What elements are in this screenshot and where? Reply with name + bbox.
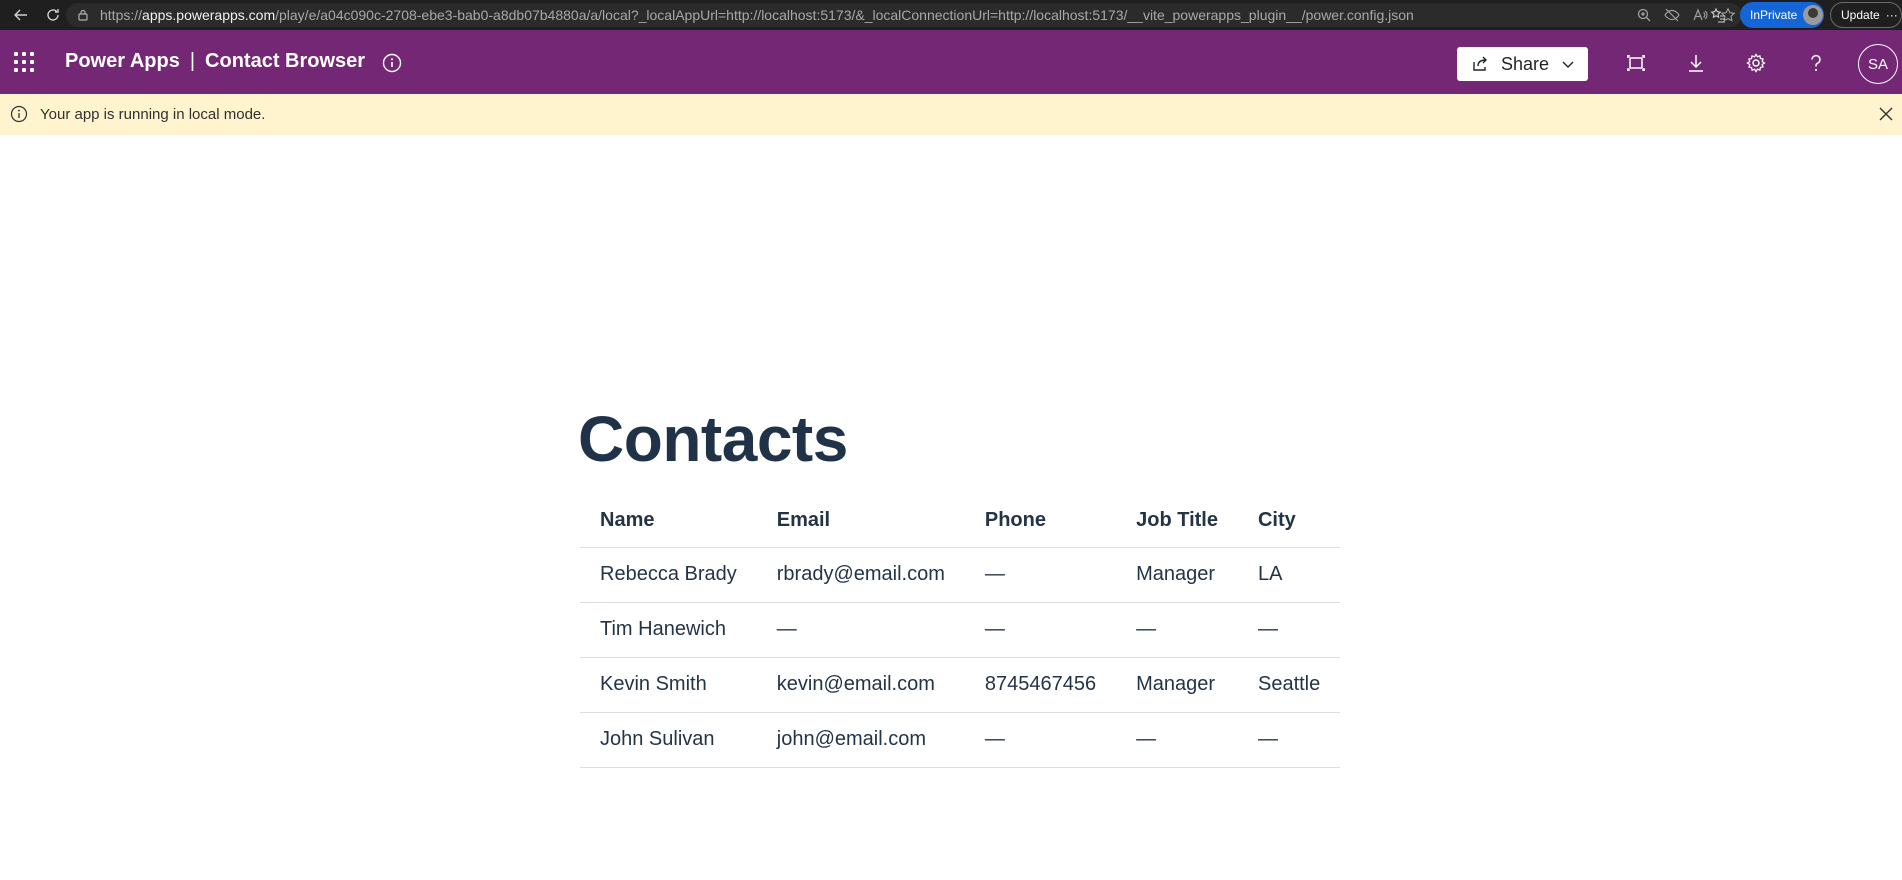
product-name: Power Apps [65, 50, 180, 72]
gear-icon [1746, 53, 1766, 73]
update-label: Update [1841, 8, 1880, 22]
fit-to-screen-button[interactable] [1623, 50, 1649, 76]
fit-to-screen-icon [1627, 55, 1645, 71]
profile-avatar [1803, 5, 1824, 25]
table-header-row: Name Email Phone Job Title City [580, 495, 1341, 548]
cell-city: LA [1237, 547, 1341, 603]
column-header-phone: Phone [964, 495, 1117, 548]
tracking-prevention-button[interactable] [1658, 3, 1686, 27]
close-icon[interactable] [1877, 105, 1895, 123]
page-title: Contacts [578, 403, 848, 475]
cell-email: john@email.com [756, 712, 965, 768]
cell-phone: — [964, 712, 1117, 768]
cell-job-title: — [1116, 712, 1238, 768]
lock-icon [78, 9, 88, 21]
download-button[interactable] [1683, 50, 1709, 76]
share-label: Share [1501, 53, 1550, 74]
url-text: https://apps.powerapps.com/play/e/a04c09… [100, 7, 1414, 23]
waffle-icon[interactable] [12, 50, 36, 74]
app-name: Contact Browser [205, 50, 366, 72]
user-avatar[interactable]: SA [1858, 44, 1898, 84]
table-row: John Sulivan john@email.com — — — [580, 712, 1341, 768]
banner-message: Your app is running in local mode. [40, 106, 266, 123]
table-row: Rebecca Brady rbrady@email.com — Manager… [580, 547, 1341, 603]
address-bar[interactable]: https://apps.powerapps.com/play/e/a04c09… [66, 3, 1742, 27]
back-button[interactable] [8, 2, 34, 28]
inprivate-badge[interactable]: InPrivate [1740, 2, 1824, 28]
help-button[interactable] [1803, 50, 1829, 76]
column-header-job-title: Job Title [1116, 495, 1238, 548]
cell-city: — [1237, 602, 1341, 658]
refresh-icon [47, 9, 59, 21]
cell-name: Tim Hanewich [580, 602, 757, 658]
cell-city: — [1237, 712, 1341, 768]
info-icon [10, 105, 28, 123]
more-icon: ··· [1885, 8, 1898, 22]
cell-phone: — [964, 547, 1117, 603]
column-header-city: City [1237, 495, 1341, 548]
cell-job-title: Manager [1116, 547, 1238, 603]
eye-slash-icon [1664, 8, 1680, 22]
cell-phone: — [964, 602, 1117, 658]
column-header-name: Name [580, 495, 757, 548]
cell-city: Seattle [1237, 657, 1341, 713]
inprivate-label: InPrivate [1750, 8, 1798, 22]
zoom-button[interactable] [1630, 3, 1658, 27]
column-header-email: Email [756, 495, 965, 548]
cell-name: Rebecca Brady [580, 547, 757, 603]
app-header: Power Apps | Contact Browser Share SA [0, 30, 1902, 94]
share-button[interactable]: Share [1457, 47, 1588, 81]
download-icon [1689, 55, 1703, 72]
favorites-button[interactable] [1705, 4, 1731, 26]
local-mode-banner: Your app is running in local mode. [0, 94, 1902, 135]
contacts-table: Name Email Phone Job Title City Rebecca … [580, 495, 1341, 768]
share-icon [1473, 56, 1487, 71]
cell-job-title: — [1116, 602, 1238, 658]
zoom-icon [1637, 8, 1651, 22]
cell-email: kevin@email.com [756, 657, 965, 713]
chevron-down-icon [1562, 61, 1574, 68]
refresh-button[interactable] [40, 2, 66, 28]
back-arrow-icon [14, 9, 27, 21]
cell-job-title: Manager [1116, 657, 1238, 713]
settings-button[interactable] [1743, 50, 1769, 76]
cell-name: Kevin Smith [580, 657, 757, 713]
cell-email: — [756, 602, 965, 658]
browser-toolbar: https://apps.powerapps.com/play/e/a04c09… [0, 0, 1902, 30]
info-icon[interactable] [382, 53, 402, 73]
cell-email: rbrady@email.com [756, 547, 965, 603]
update-button[interactable]: Update ··· [1830, 2, 1902, 28]
favorites-list-icon [1710, 7, 1725, 23]
table-row: Tim Hanewich — — — — [580, 602, 1341, 658]
app-title: Power Apps | Contact Browser [65, 50, 366, 72]
table-row: Kevin Smith kevin@email.com 8745467456 M… [580, 657, 1341, 713]
cell-name: John Sulivan [580, 712, 757, 768]
help-icon [1811, 54, 1821, 71]
cell-phone: 8745467456 [964, 657, 1117, 713]
